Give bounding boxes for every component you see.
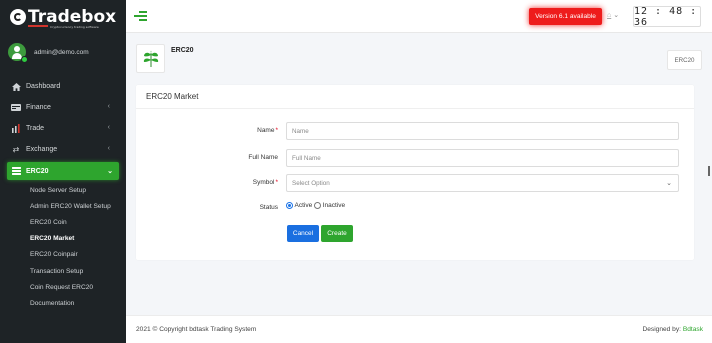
- sidebar-item-finance[interactable]: Finance ‹: [0, 97, 126, 118]
- brand-tagline: Cryptocurrency trading software: [50, 24, 99, 29]
- required-mark: *: [275, 127, 278, 134]
- submenu-item-node-server-setup[interactable]: Node Server Setup: [0, 182, 126, 198]
- submenu-item-erc20-coin[interactable]: ERC20 Coin: [0, 214, 126, 230]
- status-label: Status: [259, 204, 278, 211]
- create-button[interactable]: Create: [321, 225, 353, 242]
- symbol-row: Symbol* Select Option ⌄: [136, 174, 694, 192]
- sidebar: Tradebox Cryptocurrency trading software…: [0, 0, 126, 343]
- name-row: Name* Name: [136, 122, 694, 140]
- status-radio-group: Active Inactive: [286, 202, 347, 209]
- chevron-left-icon: ‹: [107, 145, 110, 152]
- leaf-icon: [136, 44, 165, 73]
- avatar[interactable]: [8, 43, 28, 63]
- footer-copyright: 2021 © Copyright bdtask Trading System: [136, 326, 257, 333]
- required-mark: *: [275, 179, 278, 186]
- brand-logo[interactable]: Tradebox Cryptocurrency trading software: [0, 0, 126, 34]
- cancel-button[interactable]: Cancel: [287, 225, 319, 242]
- submenu-item-erc20-coinpair[interactable]: ERC20 Coinpair: [0, 247, 126, 263]
- chevron-left-icon: ‹: [107, 124, 110, 131]
- version-badge[interactable]: Version 6.1 available: [529, 8, 602, 25]
- user-dropdown-toggle[interactable]: ⌂ ⌄: [607, 11, 619, 19]
- designed-by-label: Designed by:: [642, 326, 681, 333]
- fullname-input[interactable]: Full Name: [286, 149, 679, 167]
- sidebar-item-label: Finance: [26, 104, 51, 111]
- sidebar-item-exchange[interactable]: ⇄ Exchange ‹: [0, 139, 126, 160]
- submenu-item-erc20-market[interactable]: ERC20 Market: [0, 231, 126, 247]
- designer-link[interactable]: Bdtask: [683, 326, 703, 333]
- name-input[interactable]: Name: [286, 122, 679, 140]
- name-label: Name*: [257, 127, 278, 134]
- sidebar-item-label: Exchange: [26, 146, 58, 153]
- footer: 2021 © Copyright bdtask Trading System D…: [126, 315, 712, 343]
- user-panel[interactable]: admin@demo.com: [0, 36, 126, 68]
- breadcrumb[interactable]: ERC20: [667, 50, 702, 70]
- fullname-row: Full Name Full Name: [136, 149, 694, 167]
- status-inactive-label[interactable]: Inactive: [323, 202, 345, 209]
- menu-toggle-icon[interactable]: [134, 11, 147, 21]
- trade-chart-icon: [11, 124, 21, 133]
- main-content: ERC20 ERC20 ERC20 Market Name* Name Full…: [126, 33, 712, 315]
- status-active-label[interactable]: Active: [295, 202, 313, 209]
- user-email: admin@demo.com: [34, 48, 89, 56]
- user-icon: ⌂: [607, 12, 612, 19]
- submenu-item-transaction-setup[interactable]: Transaction Setup: [0, 263, 126, 279]
- finance-icon: [11, 104, 21, 112]
- form-actions: Cancel Create: [136, 225, 694, 243]
- sidebar-item-label: Trade: [26, 125, 45, 132]
- sidebar-item-trade[interactable]: Trade ‹: [0, 118, 126, 139]
- chevron-left-icon: ‹: [107, 103, 110, 110]
- sidebar-menu: Dashboard Finance ‹ Trade ‹ ⇄ Exchange ‹…: [0, 76, 126, 312]
- logo-underline: [28, 24, 48, 27]
- erc20-submenu: Node Server Setup Admin ERC20 Wallet Set…: [0, 182, 126, 312]
- symbol-select[interactable]: Select Option ⌄: [286, 174, 679, 192]
- home-icon: [11, 82, 21, 91]
- sidebar-item-label: ERC20: [26, 167, 49, 175]
- page-header: ERC20 ERC20: [136, 44, 702, 76]
- chevron-down-icon: ⌄: [107, 168, 113, 175]
- page-title: ERC20: [171, 47, 194, 54]
- sidebar-item-label: Dashboard: [26, 83, 61, 90]
- chevron-down-icon: ⌄: [666, 180, 672, 187]
- logo-mark-icon: [10, 9, 26, 25]
- chevron-down-icon: ⌄: [613, 12, 620, 19]
- status-row: Status Active Inactive: [136, 199, 694, 217]
- erc20-icon: [11, 167, 21, 175]
- submenu-item-documentation[interactable]: Documentation: [0, 295, 126, 311]
- submenu-item-coin-request[interactable]: Coin Request ERC20: [0, 279, 126, 295]
- exchange-icon: ⇄: [12, 145, 20, 154]
- card-title: ERC20 Market: [136, 85, 694, 109]
- top-bar: Version 6.1 available ⌂ ⌄ 12 : 48 : 36: [126, 0, 712, 33]
- digital-clock: 12 : 48 : 36: [633, 6, 701, 28]
- status-active-radio[interactable]: [286, 202, 293, 209]
- fullname-label: Full Name: [248, 154, 278, 161]
- erc20-market-card: ERC20 Market Name* Name Full Name Full N…: [136, 85, 694, 260]
- online-status-icon: [21, 56, 28, 63]
- symbol-select-value: Select Option: [292, 179, 330, 187]
- brand-name: Tradebox: [28, 6, 117, 27]
- status-inactive-radio[interactable]: [314, 202, 322, 209]
- sidebar-item-dashboard[interactable]: Dashboard: [0, 76, 126, 97]
- footer-credit: Designed by: Bdtask: [642, 326, 703, 333]
- resize-handle[interactable]: [708, 166, 710, 176]
- sidebar-item-erc20[interactable]: ERC20 ⌄: [7, 162, 119, 180]
- submenu-item-admin-wallet-setup[interactable]: Admin ERC20 Wallet Setup: [0, 198, 126, 214]
- symbol-label: Symbol*: [252, 179, 278, 186]
